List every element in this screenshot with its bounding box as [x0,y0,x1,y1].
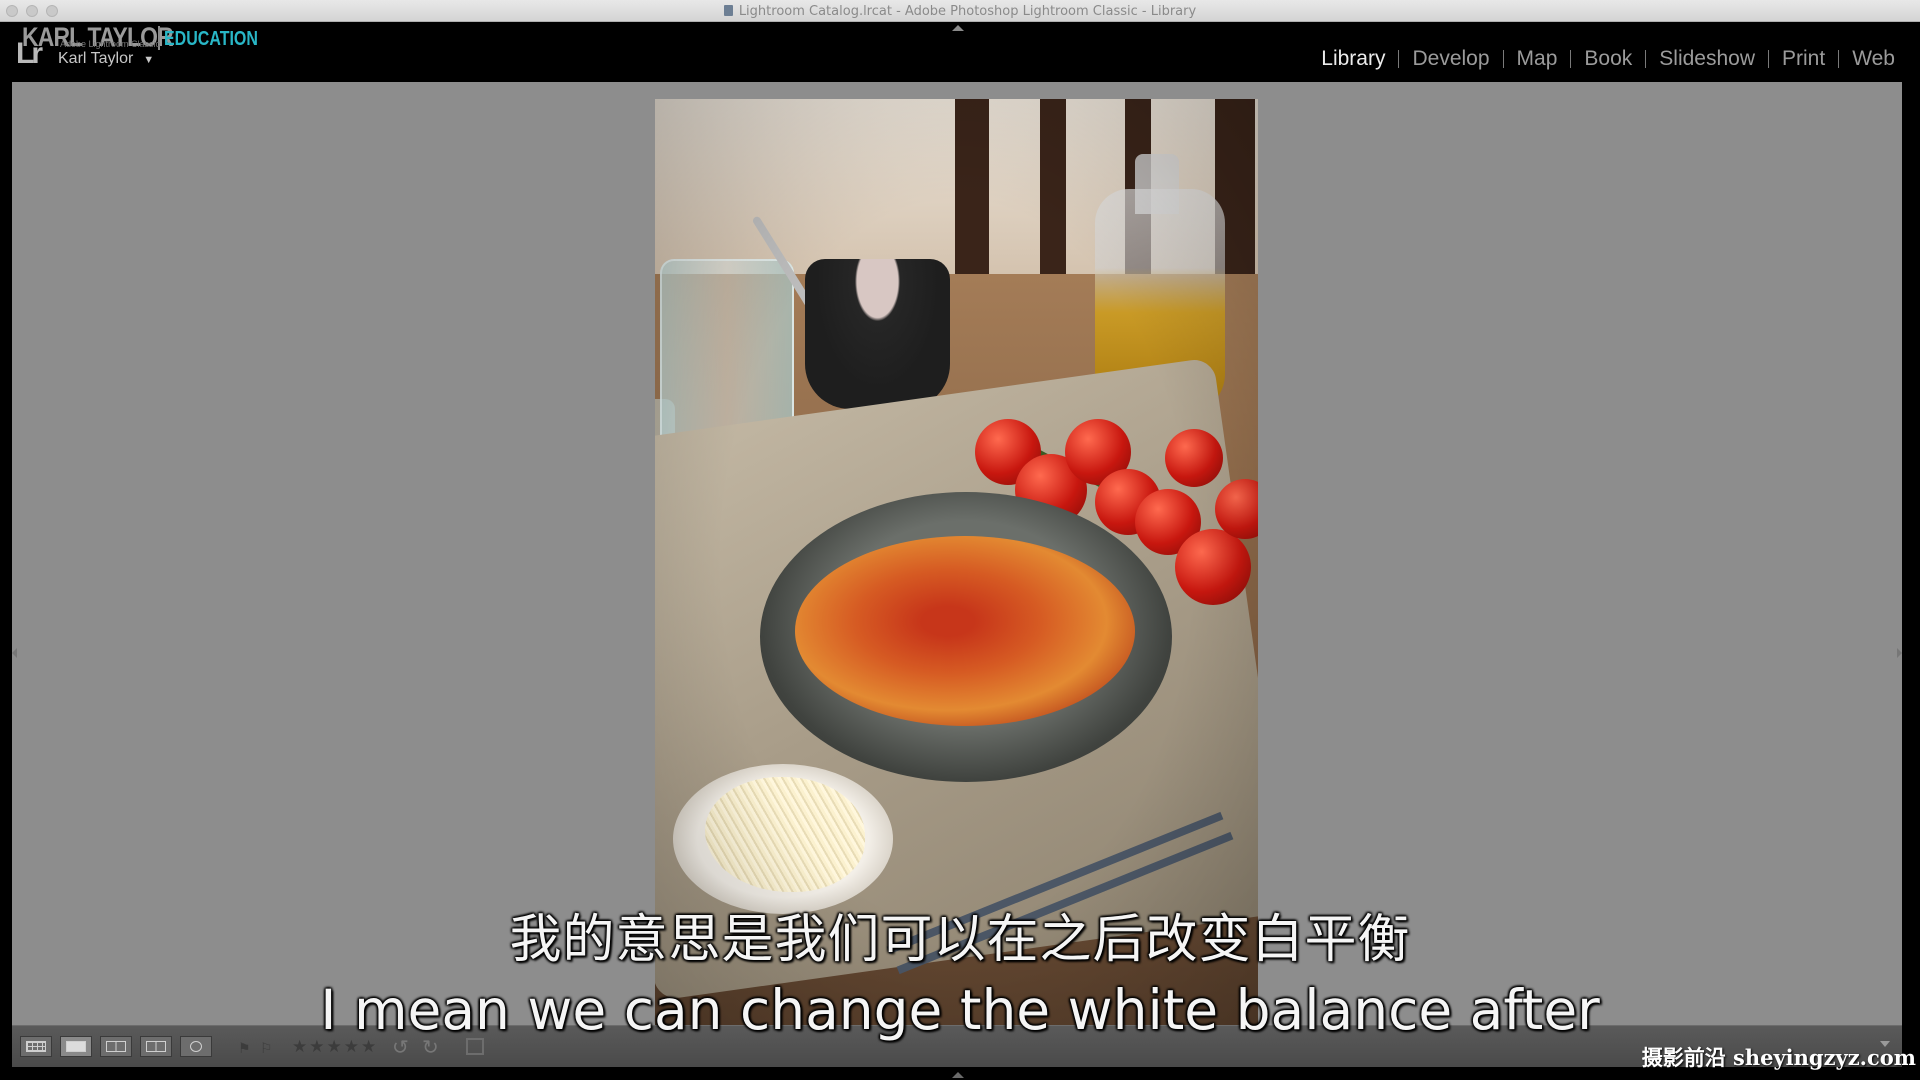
module-library[interactable]: Library [1308,47,1398,71]
photo-vignette [655,99,1258,1025]
module-picker: Library Develop Map Book Slideshow Print… [1308,47,1908,71]
window-title-bar[interactable]: Lightroom Catalog.lrcat - Adobe Photosho… [0,0,1920,22]
watermark: 摄影前沿 sheyingzyz.com [1641,1045,1916,1070]
right-panel-toggle-icon[interactable] [1897,648,1902,658]
caret-down-icon[interactable]: ▼ [143,54,154,66]
identity-plate[interactable]: Lr KARL TAYLOR EDUCATION Adobe Lightroom… [14,22,314,78]
module-print[interactable]: Print [1769,47,1838,71]
reject-flag-icon[interactable]: ⚐ [260,1040,273,1057]
document-icon [723,5,733,16]
window-title: Lightroom Catalog.lrcat - Adobe Photosho… [0,4,1920,19]
filmstrip-toggle-icon[interactable] [952,1072,964,1078]
pick-flag-icon[interactable]: ⚑ [238,1040,251,1057]
subtitle-english: I mean we can change the white balance a… [320,978,1600,1042]
module-slideshow[interactable]: Slideshow [1646,47,1768,71]
module-web[interactable]: Web [1839,47,1908,71]
username-menu[interactable]: Karl Taylor ▼ [58,50,154,68]
module-map[interactable]: Map [1504,47,1571,71]
subtitle-chinese: 我的意思是我们可以在之后改变白平衡 [509,910,1411,970]
username: Karl Taylor [58,50,134,67]
window-title-text: Lightroom Catalog.lrcat - Adobe Photosho… [738,4,1197,19]
top-panel-toggle-icon[interactable] [952,25,964,31]
loupe-photo[interactable] [655,99,1258,1025]
brand-subtitle: Adobe Lightroom Classic [60,39,161,49]
module-develop[interactable]: Develop [1399,47,1502,71]
brand-tag: EDUCATION [164,28,258,50]
left-panel-toggle-icon[interactable] [12,648,17,658]
module-book[interactable]: Book [1571,47,1645,71]
